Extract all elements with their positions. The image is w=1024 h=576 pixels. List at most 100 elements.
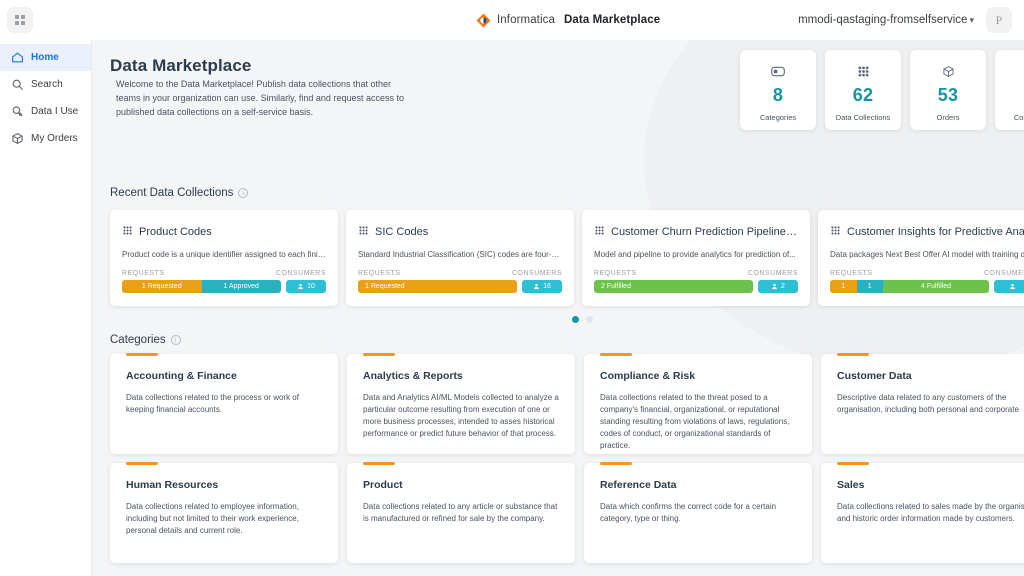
stat-card-orders[interactable]: 53 Orders — [910, 50, 986, 130]
search-icon — [11, 78, 24, 91]
sidebar-item-label: My Orders — [31, 133, 78, 144]
recent-data-collections-heading: Recent Data Collections i — [110, 187, 249, 199]
request-segment[interactable]: 1 Requested — [358, 280, 517, 293]
grid-dots-icon — [14, 14, 26, 26]
card-legend: REQUESTS CONSUMERS — [594, 270, 798, 277]
card-legend: REQUESTS CONSUMERS — [830, 270, 1024, 277]
page-description: Welcome to the Data Marketplace! Publish… — [116, 79, 404, 117]
category-description: Data collections related to sales made b… — [837, 502, 1024, 523]
card-title-row: SIC Codes — [358, 223, 562, 241]
sidebar-item-label: Search — [31, 79, 63, 90]
consumers-label: CONSUMERS — [275, 270, 326, 277]
category-accent-bar — [363, 353, 395, 356]
carousel-dot-2[interactable] — [586, 316, 593, 323]
sidebar-item-search[interactable]: Search — [0, 71, 91, 98]
data-collection-card[interactable]: Customer Churn Prediction Pipeline Pac..… — [582, 210, 810, 306]
data-collections-icon — [857, 63, 870, 79]
card-bars: 1 1 4 Fulfilled — [830, 280, 1024, 293]
user-menu[interactable]: mmodi-qastaging-fromselfservice ▾ — [798, 14, 974, 26]
info-icon[interactable]: i — [238, 188, 249, 198]
data-collection-icon — [594, 223, 605, 241]
data-collection-title: Customer Insights for Predictive Analy — [847, 226, 1024, 238]
stat-label: Orders — [936, 113, 960, 122]
requests-label: REQUESTS — [122, 270, 165, 277]
card-title-row: Product Codes — [122, 223, 326, 241]
request-segment[interactable]: 2 Fulfilled — [594, 280, 753, 293]
person-icon — [772, 283, 777, 290]
request-segment[interactable]: 1 — [830, 280, 857, 293]
sidebar-item-home[interactable]: Home — [0, 44, 91, 71]
top-bar: Informatica Data Marketplace mmodi-qasta… — [0, 0, 1024, 40]
category-title: Analytics & Reports — [363, 370, 463, 382]
card-bars: 1 Requested 16 — [358, 280, 562, 293]
consumers-count: 10 — [307, 283, 315, 290]
category-title: Sales — [837, 479, 865, 491]
categories-grid: Accounting & Finance Data collections re… — [110, 353, 1024, 563]
stat-cards: 8 Categories 62 Data Collections 53 Orde… — [740, 50, 1024, 130]
home-icon — [11, 51, 24, 64]
category-card[interactable]: Sales Data collections related to sales … — [821, 462, 1024, 563]
sidebar-item-label: Home — [31, 52, 59, 63]
category-card[interactable]: Compliance & Risk Data collections relat… — [584, 353, 812, 454]
card-legend: REQUESTS CONSUMERS — [122, 270, 326, 277]
data-collection-description: Data packages Next Best Offer AI model w… — [830, 250, 1024, 259]
orders-box-icon — [11, 132, 24, 145]
requests-bar[interactable]: 2 Fulfilled — [594, 280, 753, 293]
category-card[interactable]: Reference Data Data which confirms the c… — [584, 462, 812, 563]
consumers-pill[interactable]: 2 — [758, 280, 798, 293]
category-title: Customer Data — [837, 370, 912, 382]
data-collection-description: Model and pipeline to provide analytics … — [594, 250, 796, 259]
request-segment[interactable]: 1 Requested — [122, 280, 202, 293]
request-segment[interactable]: 4 Fulfilled — [883, 280, 989, 293]
category-card[interactable]: Analytics & Reports Data and Analytics A… — [347, 353, 575, 454]
stat-label: Categories — [759, 113, 797, 122]
consumers-count: 2 — [781, 283, 785, 290]
sidebar-item-my-orders[interactable]: My Orders — [0, 125, 91, 152]
request-segment[interactable]: 1 Approved — [201, 280, 281, 293]
info-icon[interactable]: i — [170, 335, 181, 345]
category-accent-bar — [600, 462, 632, 465]
category-card[interactable]: Customer Data Descriptive data related t… — [821, 353, 1024, 454]
stat-card-data-collections[interactable]: 62 Data Collections — [825, 50, 901, 130]
requests-bar[interactable]: 1 Requested — [358, 280, 517, 293]
requests-bar[interactable]: 1 Requested 1 Approved — [122, 280, 281, 293]
categories-heading: Categories i — [110, 334, 181, 346]
category-accent-bar — [600, 353, 632, 356]
category-card[interactable]: Product Data collections related to any … — [347, 462, 575, 563]
data-collection-card[interactable]: Customer Insights for Predictive Analy D… — [818, 210, 1024, 306]
consumers-pill[interactable]: 10 — [286, 280, 326, 293]
category-card[interactable]: Accounting & Finance Data collections re… — [110, 353, 338, 454]
data-collection-title: Customer Churn Prediction Pipeline Pac..… — [611, 226, 798, 238]
consumers-pill[interactable]: 16 — [522, 280, 562, 293]
sidebar-item-label: Data I Use — [31, 106, 79, 117]
category-description: Data collections related to the process … — [126, 393, 299, 414]
category-title: Human Resources — [126, 479, 219, 491]
request-segment[interactable]: 1 — [856, 280, 883, 293]
stat-card-consumers[interactable]: 1 Consumers — [995, 50, 1024, 130]
category-accent-bar — [126, 353, 158, 356]
consumers-pill[interactable] — [994, 280, 1024, 293]
sidebar-item-data-i-use[interactable]: Data I Use — [0, 98, 91, 125]
stat-value: 53 — [937, 85, 959, 105]
carousel-dot-1[interactable] — [572, 316, 579, 323]
stat-label: Data Collections — [835, 113, 891, 122]
stat-card-categories[interactable]: 8 Categories — [740, 50, 816, 130]
data-collection-card[interactable]: SIC Codes Standard Industrial Classifica… — [346, 210, 574, 306]
category-accent-bar — [363, 462, 395, 465]
category-accent-bar — [837, 462, 869, 465]
stat-label: Consumers — [1013, 113, 1024, 122]
category-accent-bar — [126, 462, 158, 465]
user-name: mmodi-qastaging-fromselfservice — [798, 14, 968, 26]
brand-name: Informatica — [497, 14, 555, 26]
app-launcher-button[interactable] — [7, 7, 33, 33]
data-collection-icon — [122, 223, 133, 241]
data-collection-description: Product code is a unique identifier assi… — [122, 250, 326, 259]
avatar[interactable]: P — [986, 7, 1012, 33]
data-collection-card[interactable]: Product Codes Product code is a unique i… — [110, 210, 338, 306]
requests-bar[interactable]: 1 1 4 Fulfilled — [830, 280, 989, 293]
section-title: Categories — [110, 334, 166, 346]
card-title-row: Customer Insights for Predictive Analy — [830, 223, 1024, 241]
category-card[interactable]: Human Resources Data collections related… — [110, 462, 338, 563]
consumers-label: CONSUMERS — [983, 270, 1024, 277]
person-icon — [1010, 283, 1015, 290]
